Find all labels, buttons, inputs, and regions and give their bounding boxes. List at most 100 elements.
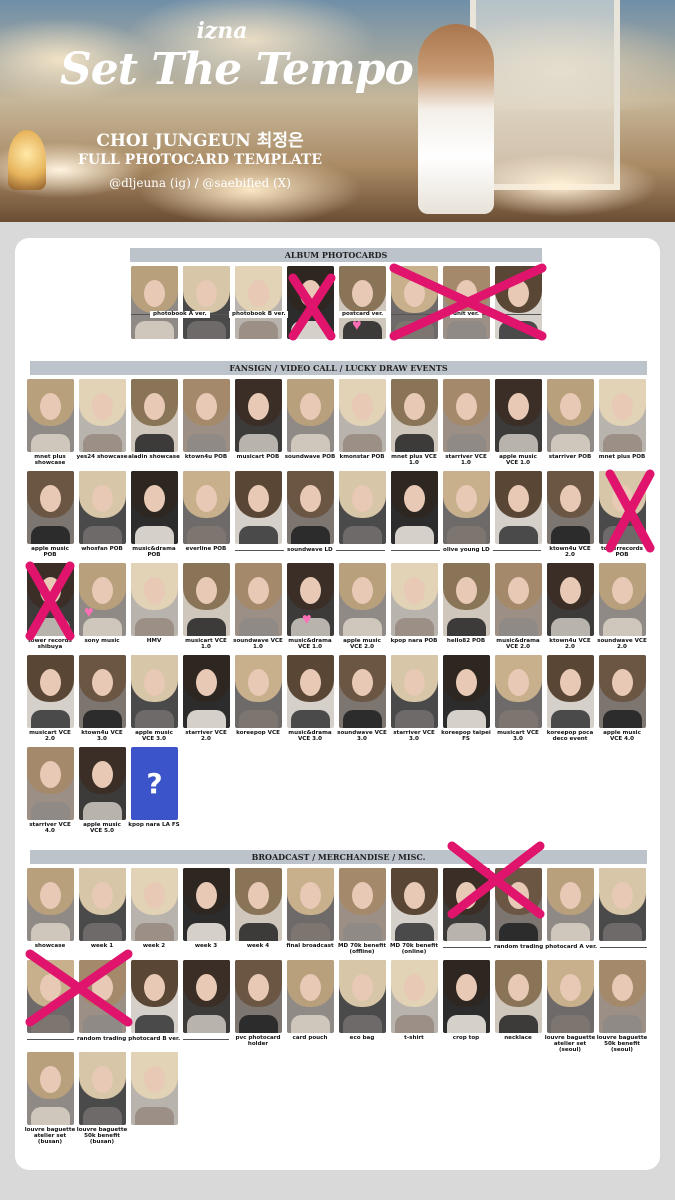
photocard-outfit [395, 923, 434, 941]
banner-lamp [8, 130, 46, 190]
photocard-outfit [135, 923, 174, 941]
photocard-outfit [83, 802, 122, 820]
photocard-label: ktown4u VCE 2.0 [549, 546, 591, 558]
photocard-face [456, 882, 477, 909]
photocard-face [40, 485, 61, 512]
photocard [131, 563, 178, 636]
photocard [495, 379, 542, 452]
photocard-outfit [447, 526, 486, 544]
photocard-outfit [551, 1015, 590, 1033]
photocard [183, 266, 230, 339]
photocard-face [352, 577, 373, 604]
photocard [79, 563, 126, 636]
photocard-outfit [499, 1015, 538, 1033]
photocard-face [404, 280, 425, 307]
photocard-outfit [83, 1015, 122, 1033]
photocard [79, 379, 126, 452]
photocard-outfit [187, 923, 226, 941]
photocard-label: soundwave POB [284, 454, 336, 460]
photocard-outfit [395, 321, 434, 339]
photocard [443, 868, 490, 941]
photocard-outfit [187, 1015, 226, 1033]
photocard-face [248, 485, 269, 512]
photocard-label: louvre baguette atelier set (seoul) [544, 1035, 596, 1053]
photocard [235, 655, 282, 728]
photocard-label: everline POB [185, 546, 227, 552]
photocard-label: soundwave VCE 2.0 [597, 638, 647, 650]
photocard-face [40, 1066, 61, 1093]
photocard-label: showcase [34, 943, 66, 949]
photocard-label: t-shirt [404, 1035, 424, 1041]
photocard-face [456, 280, 477, 307]
photocard-face [456, 974, 477, 1001]
photocard [235, 471, 282, 544]
photocard [391, 868, 438, 941]
photocard-label: musicart VCE 3.0 [497, 730, 539, 742]
photocard [599, 655, 646, 728]
photocard-label: louvre baguette 50k benefit (busan) [76, 1127, 128, 1145]
photocard-outfit [239, 923, 278, 941]
section-broadcast-merch: BROADCAST / MERCHANDISE / MISC. [30, 850, 647, 864]
photocard-outfit [31, 710, 70, 728]
photocard-face [40, 393, 61, 420]
group-label: photobook B ver. [229, 311, 289, 318]
photocard-face [352, 280, 373, 307]
group-label: soundwave LD [284, 547, 336, 554]
photocard [599, 868, 646, 941]
photocard-face [144, 1066, 165, 1093]
photocard-face [404, 669, 425, 696]
photocard-outfit [395, 618, 434, 636]
photocard-face [352, 669, 373, 696]
photocard-label: starriver VCE 2.0 [185, 730, 227, 742]
photocard-outfit [447, 1015, 486, 1033]
photocard-label: final broadcast [286, 943, 334, 949]
photocard-outfit [343, 321, 382, 339]
photocard-label: week 4 [246, 943, 270, 949]
photocard-label: mnet plus VCE 1.0 [391, 454, 437, 466]
photocard-face [560, 882, 581, 909]
photocard-outfit [447, 618, 486, 636]
photocard-outfit [551, 434, 590, 452]
photocard-outfit [31, 618, 70, 636]
photocard-label: musicart POB [236, 454, 280, 460]
photocard-label: week 3 [194, 943, 218, 949]
photocard [443, 379, 490, 452]
photocard [339, 266, 386, 339]
photocard-face [40, 761, 61, 788]
photocard [495, 868, 542, 941]
photocard-face [612, 882, 633, 909]
photocard [27, 1052, 74, 1125]
photocard-label: whosfan POB [81, 546, 123, 552]
photocard-outfit [499, 618, 538, 636]
photocard [391, 563, 438, 636]
photocard [183, 563, 230, 636]
photocard [79, 1052, 126, 1125]
photocard-label: ktown4u VCE 3.0 [81, 730, 123, 742]
photocard-outfit [343, 618, 382, 636]
photocard-outfit [395, 526, 434, 544]
photocard-outfit [135, 526, 174, 544]
photocard-face [508, 669, 529, 696]
photocard-label: eco bag [349, 1035, 375, 1041]
photocard-outfit [551, 710, 590, 728]
photocard [183, 655, 230, 728]
photocard-face [508, 882, 529, 909]
photocard-face [248, 882, 269, 909]
photocard-outfit [395, 1015, 434, 1033]
photocard-face [300, 393, 321, 420]
photocard-outfit [187, 710, 226, 728]
photocard-label: ktown4u VCE 2.0 [549, 638, 591, 650]
photocard-face [92, 577, 113, 604]
photocard-outfit [499, 710, 538, 728]
photocard-face [196, 485, 217, 512]
photocard-face [144, 882, 165, 909]
photocard [495, 471, 542, 544]
photocard-face [40, 669, 61, 696]
photocard-label: music&drama VCE 1.0 [288, 638, 332, 650]
photocard [599, 563, 646, 636]
photocard [235, 563, 282, 636]
photocard [339, 471, 386, 544]
photocard-face [456, 485, 477, 512]
photocard [443, 471, 490, 544]
photocard [547, 960, 594, 1033]
